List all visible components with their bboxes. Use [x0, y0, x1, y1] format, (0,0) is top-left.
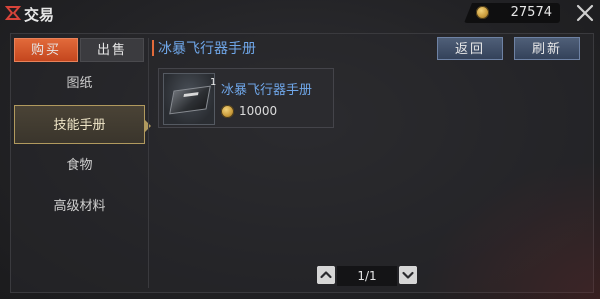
chevron-up-icon[interactable] [317, 266, 335, 284]
trade-mode-tabs: 购买 出售 [14, 38, 145, 62]
page-title: 交易 [24, 6, 55, 24]
item-quantity-badge: 1 [210, 77, 217, 88]
gold-coin-icon [221, 105, 234, 118]
pagination: 1/1 [317, 266, 417, 286]
tab-sell[interactable]: 出售 [80, 38, 144, 62]
close-icon[interactable] [574, 2, 596, 24]
item-name: 冰暴飞行器手册 [221, 83, 313, 98]
trade-screen: 交易 27574 购买 出售 图纸 技能手册 食物 高级材料 冰暴飞行器手册 返… [0, 0, 600, 299]
category-sidebar: 图纸 技能手册 食物 高级材料 [14, 64, 151, 228]
currency-display: 27574 [464, 3, 560, 23]
gold-coin-icon [476, 6, 489, 19]
tab-buy[interactable]: 购买 [14, 38, 78, 62]
game-logo-icon [5, 6, 21, 20]
title-bar: 交易 27574 [0, 0, 600, 28]
currency-amount: 27574 [510, 5, 552, 20]
manual-book-icon [169, 85, 211, 115]
panel-divider [148, 38, 149, 288]
sidebar-item-blueprints[interactable]: 图纸 [14, 64, 145, 103]
section-title: 冰暴飞行器手册 [158, 41, 256, 57]
back-button[interactable]: 返回 [437, 37, 503, 60]
shop-item-card[interactable]: 1 冰暴飞行器手册 10000 [158, 68, 334, 128]
section-accent-bar [152, 40, 154, 56]
item-thumbnail: 1 [163, 73, 217, 125]
sidebar-item-skill-manuals[interactable]: 技能手册 [14, 105, 151, 144]
chevron-down-icon[interactable] [399, 266, 417, 284]
page-indicator: 1/1 [337, 266, 397, 286]
sidebar-item-food[interactable]: 食物 [14, 146, 145, 185]
sidebar-item-advanced-materials[interactable]: 高级材料 [14, 187, 145, 226]
item-price: 10000 [239, 104, 278, 118]
refresh-button[interactable]: 刷新 [514, 37, 580, 60]
